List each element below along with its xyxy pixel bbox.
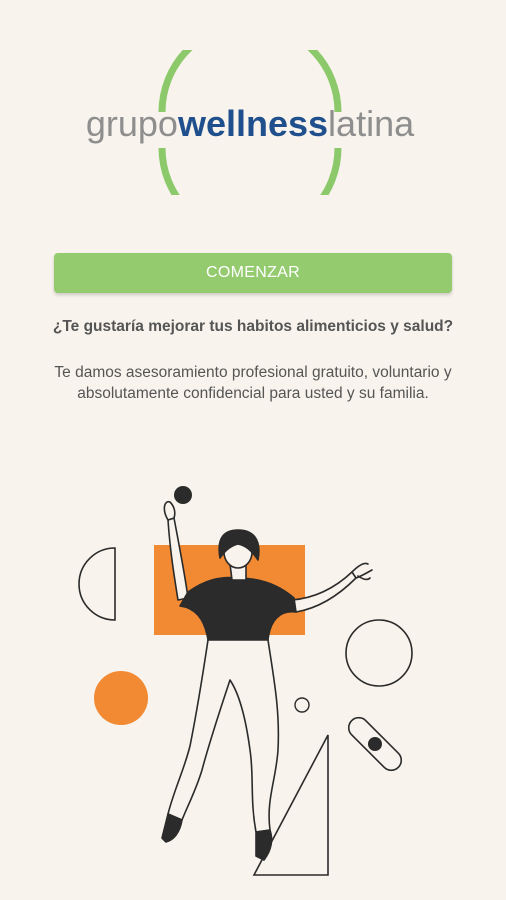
- hero-illustration: [70, 480, 450, 900]
- logo-wordmark: grupowellnesslatina: [86, 103, 415, 144]
- small-circle-shape: [294, 697, 310, 713]
- logo-word-grupo: grupo: [86, 103, 178, 144]
- brand-logo: grupowellnesslatina: [70, 50, 430, 195]
- outline-circle-shape: [345, 619, 413, 687]
- woman-dancing-illustration: [78, 486, 413, 876]
- ball-shape: [174, 486, 192, 504]
- orange-circle-shape: [94, 671, 148, 725]
- start-button[interactable]: COMENZAR: [54, 253, 452, 293]
- logo-graphic: grupowellnesslatina: [86, 50, 415, 195]
- capsule-dot: [368, 737, 382, 751]
- logo-arc-bottom: [158, 147, 342, 195]
- intro-description: Te damos asesoramiento profesional gratu…: [54, 364, 452, 402]
- half-circle-shape: [78, 547, 116, 621]
- intro-question: ¿Te gustaría mejorar tus habitos aliment…: [52, 318, 454, 335]
- logo-word-wellness: wellness: [177, 103, 328, 144]
- logo-word-latina: latina: [328, 103, 415, 144]
